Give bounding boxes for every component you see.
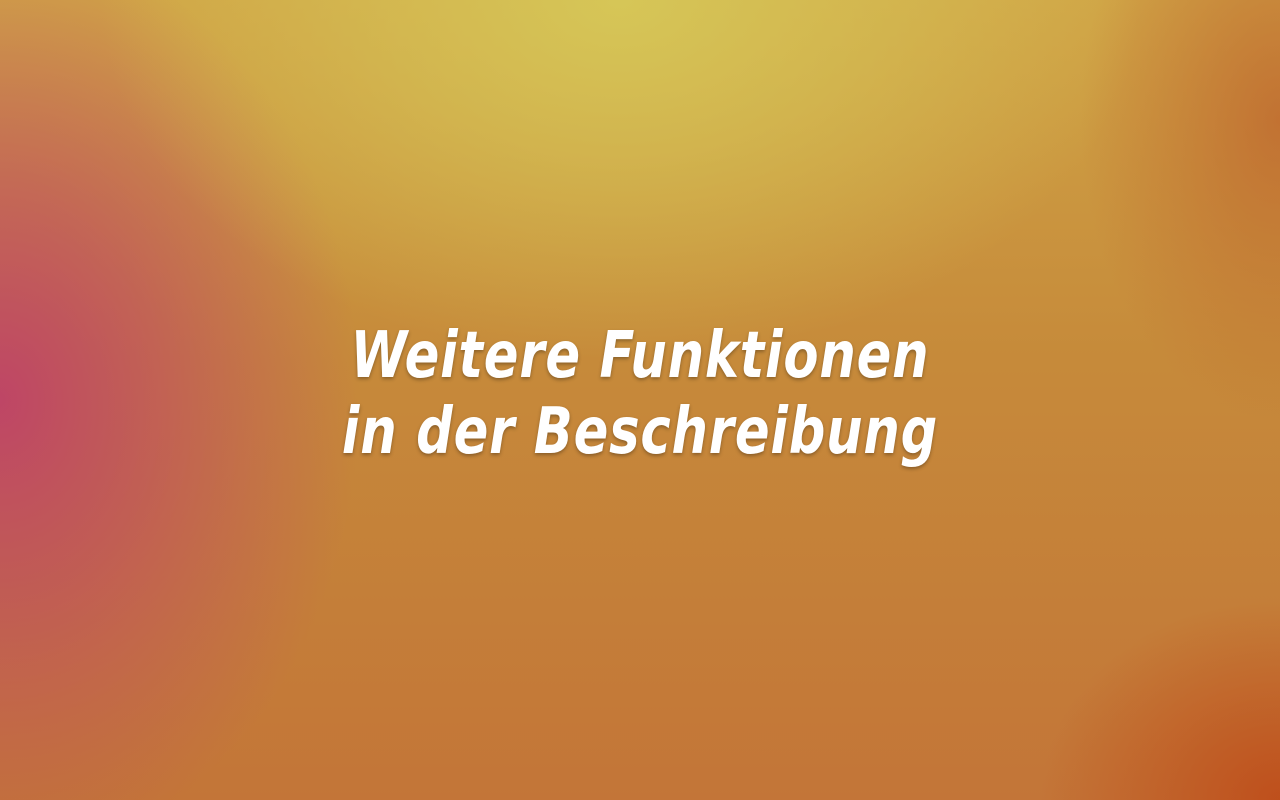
headline: Weitere Funktionen in der Beschreibung <box>128 318 1152 470</box>
headline-line-1: Weitere Funktionen <box>350 319 930 393</box>
promo-background: Weitere Funktionen in der Beschreibung <box>0 0 1280 800</box>
headline-line-2: in der Beschreibung <box>341 395 939 469</box>
